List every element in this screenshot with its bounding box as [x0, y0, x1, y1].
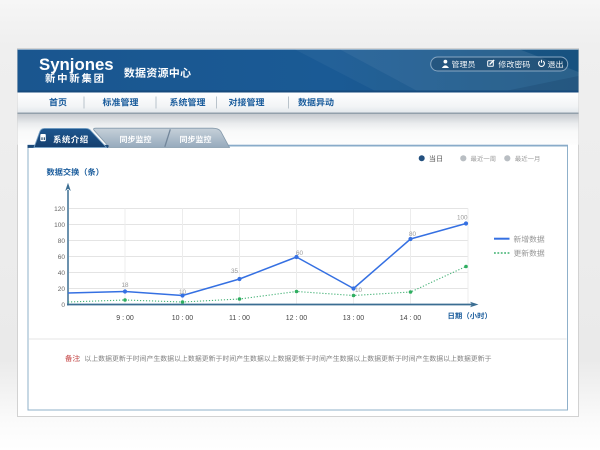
svg-text:10: 10: [355, 287, 363, 294]
svg-text:80: 80: [58, 238, 66, 245]
svg-text:20: 20: [58, 286, 66, 293]
svg-text:9 : 00: 9 : 00: [116, 315, 134, 322]
svg-text:100: 100: [54, 222, 65, 229]
svg-text:60: 60: [58, 254, 66, 261]
svg-text:120: 120: [54, 206, 65, 213]
svg-text:18: 18: [122, 282, 130, 289]
svg-text:14 : 00: 14 : 00: [400, 315, 422, 322]
svg-text:100: 100: [457, 215, 468, 222]
svg-text:60: 60: [296, 250, 304, 257]
svg-text:Synjones: Synjones: [39, 55, 114, 74]
svg-text:35: 35: [231, 268, 239, 275]
svg-text:10 : 00: 10 : 00: [172, 315, 194, 322]
svg-text:12 : 00: 12 : 00: [286, 315, 308, 322]
svg-text:80: 80: [409, 231, 417, 238]
svg-text:13 : 00: 13 : 00: [343, 315, 365, 322]
svg-text:40: 40: [58, 270, 66, 277]
svg-text:10: 10: [179, 289, 187, 296]
svg-text:0: 0: [61, 302, 65, 309]
svg-text:11 : 00: 11 : 00: [229, 315, 250, 322]
